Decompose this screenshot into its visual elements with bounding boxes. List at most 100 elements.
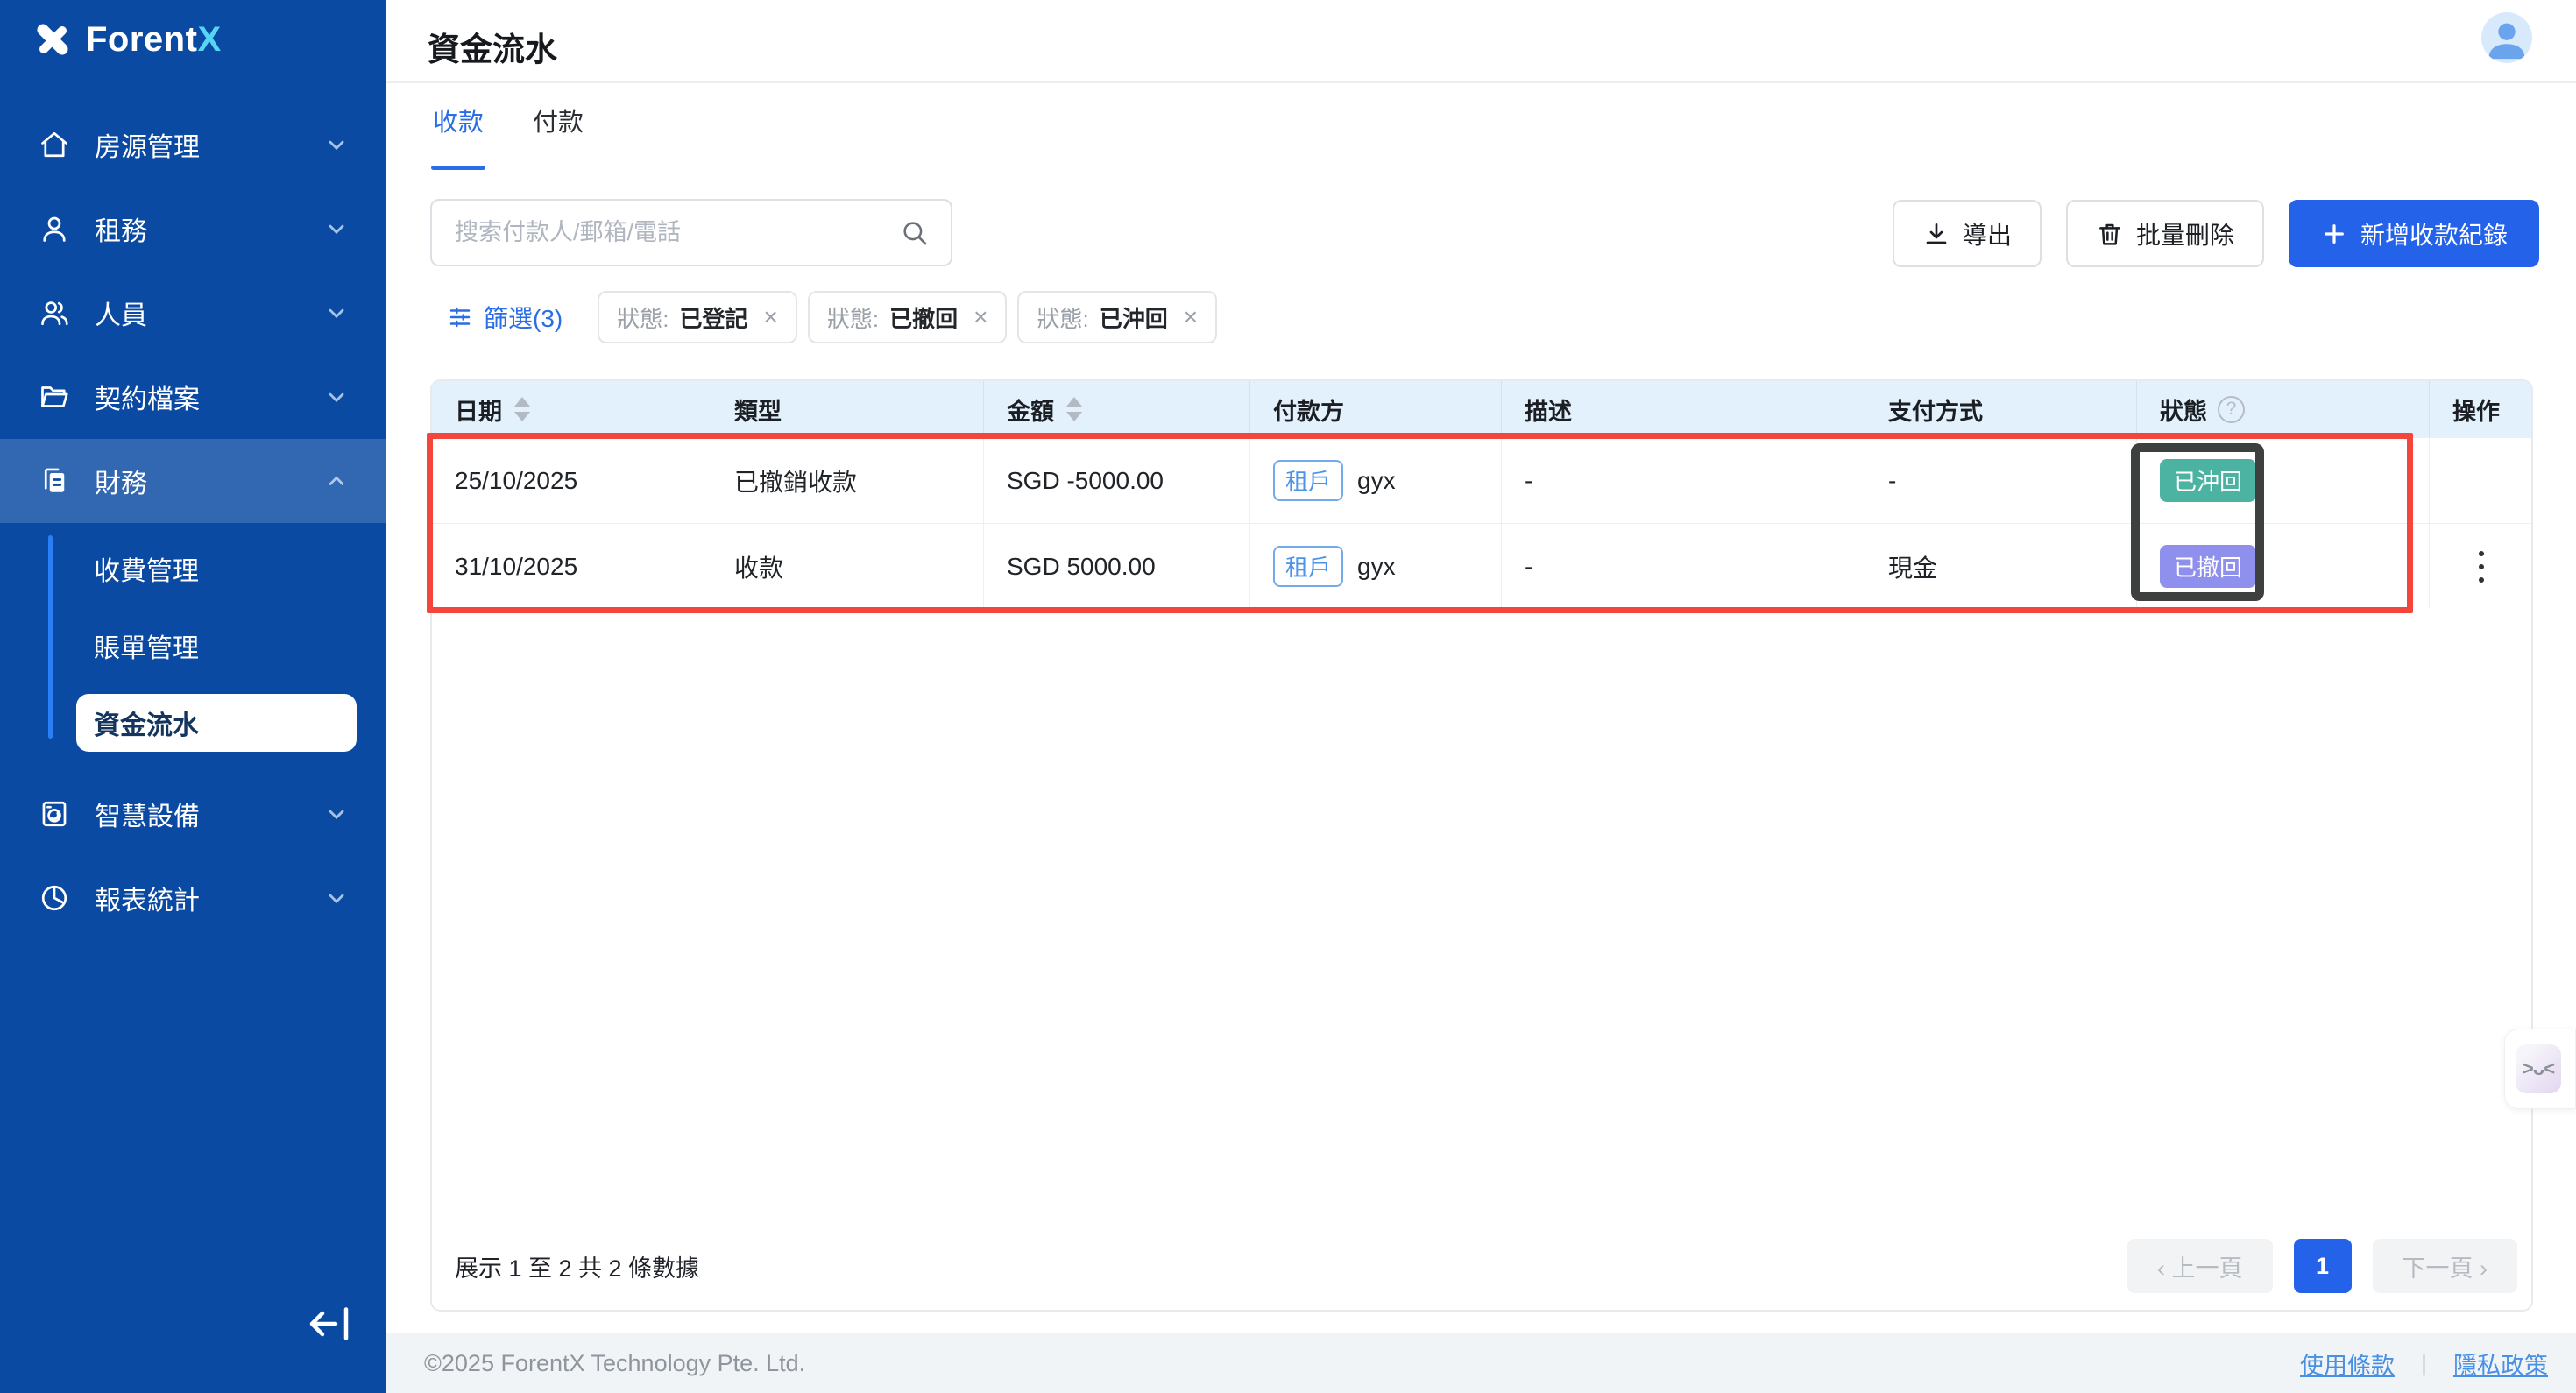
chip-value: 已登記 xyxy=(679,305,748,332)
column-header-payment-method: 支付方式 xyxy=(1865,381,2137,437)
submenu-item-bill-management[interactable]: 賬單管理 xyxy=(0,607,386,684)
cell-date: 31/10/2025 xyxy=(432,524,711,609)
chevron-down-icon xyxy=(329,810,344,820)
more-actions-icon[interactable] xyxy=(2470,542,2493,591)
column-header-date[interactable]: 日期 xyxy=(432,381,711,437)
chip-close-icon[interactable]: × xyxy=(758,303,777,331)
cell-date: 25/10/2025 xyxy=(432,438,711,523)
table-header-row: 日期 類型 金額 付款方 描述 支付方式 狀態 ? 操作 xyxy=(432,381,2531,437)
chevron-down-icon xyxy=(329,308,344,319)
sort-icon xyxy=(1066,397,1082,421)
tenant-tag: 租戶 xyxy=(1273,546,1344,587)
privacy-link[interactable]: 隱私政策 xyxy=(2453,1347,2548,1381)
help-icon[interactable]: ? xyxy=(2218,395,2245,423)
cell-amount: SGD 5000.00 xyxy=(984,524,1250,609)
footer-links: 使用條款 | 隱私政策 xyxy=(2300,1347,2548,1381)
chip-field: 狀態: xyxy=(826,305,880,332)
page-number-1[interactable]: 1 xyxy=(2293,1239,2352,1293)
prev-page-button[interactable]: ‹ 上一頁 xyxy=(2127,1239,2273,1293)
sidebar-menu: 房源管理 租務 人員 契約檔案 財務 收費管理 賬單管理 資金流水 智慧設備 報… xyxy=(0,103,386,940)
active-submenu-pill[interactable]: 資金流水 xyxy=(76,694,357,752)
pie-chart-icon xyxy=(41,885,67,911)
avatar-person-icon xyxy=(2488,23,2525,60)
filter-button[interactable]: 篩選(3) xyxy=(447,300,563,335)
column-header-type: 類型 xyxy=(711,381,984,437)
brand-logo[interactable]: ForentX xyxy=(0,0,386,79)
submenu-item-fee-management[interactable]: 收費管理 xyxy=(0,530,386,607)
sidebar-item-label: 人員 xyxy=(95,301,147,330)
cell-actions xyxy=(2430,524,2533,609)
submenu-item-label: 收費管理 xyxy=(94,557,199,586)
sort-icon xyxy=(514,397,530,421)
next-page-button[interactable]: 下一頁 › xyxy=(2372,1239,2517,1293)
tab-receipts[interactable]: 收款 xyxy=(430,102,486,170)
filter-sliders-icon xyxy=(449,307,471,328)
status-badge-reversed: 已沖回 xyxy=(2160,459,2257,502)
feedback-face-icon[interactable]: >ᴗ< xyxy=(2516,1044,2561,1093)
chevron-down-icon xyxy=(329,392,344,403)
user-avatar[interactable] xyxy=(2481,12,2532,63)
chip-field: 狀態: xyxy=(617,305,669,332)
chip-value: 已撤回 xyxy=(889,305,959,332)
search-box xyxy=(430,199,952,266)
sidebar: ForentX 房源管理 租務 人員 契約檔案 財務 收費管理 賬單管理 資金流… xyxy=(0,0,386,1393)
chevron-down-icon xyxy=(329,224,344,235)
add-record-label: 新增收款紀錄 xyxy=(2360,221,2509,249)
sidebar-item-finance[interactable]: 財務 xyxy=(0,439,386,523)
terms-link[interactable]: 使用條款 xyxy=(2300,1347,2395,1381)
finance-submenu: 收費管理 賬單管理 資金流水 xyxy=(0,523,386,772)
collapse-arrow-icon xyxy=(309,1307,349,1340)
bulk-delete-button[interactable]: 批量刪除 xyxy=(2066,200,2265,267)
sidebar-item-contracts[interactable]: 契約檔案 xyxy=(0,355,386,439)
chip-close-icon[interactable]: × xyxy=(1178,303,1198,331)
cell-description: - xyxy=(1502,438,1865,523)
sidebar-item-label: 智慧設備 xyxy=(95,803,200,831)
sidebar-item-people[interactable]: 人員 xyxy=(0,271,386,355)
cell-type: 收款 xyxy=(711,524,984,609)
cell-payer: 租戶 gyx xyxy=(1250,524,1502,609)
sidebar-item-label: 契約檔案 xyxy=(95,385,200,414)
filter-chip-withdrawn: 狀態: 已撤回 × xyxy=(807,291,1008,343)
sidebar-item-properties[interactable]: 房源管理 xyxy=(0,103,386,187)
cell-amount: SGD -5000.00 xyxy=(984,438,1250,523)
page-title: 資金流水 xyxy=(428,32,557,67)
cell-method: - xyxy=(1865,438,2137,523)
export-button[interactable]: 導出 xyxy=(1893,200,2042,267)
search-icon xyxy=(903,221,927,244)
top-header xyxy=(386,0,2576,83)
column-header-amount[interactable]: 金額 xyxy=(984,381,1250,437)
column-header-payer: 付款方 xyxy=(1250,381,1502,437)
export-label: 導出 xyxy=(1963,221,2013,249)
cell-type: 已撤銷收款 xyxy=(711,438,984,523)
brand-x-icon xyxy=(37,24,68,55)
finance-doc-icon xyxy=(44,468,65,492)
person-icon xyxy=(43,216,66,242)
smart-device-icon xyxy=(42,801,67,827)
chip-close-icon[interactable]: × xyxy=(968,303,987,331)
fund-flow-table-card: 日期 類型 金額 付款方 描述 支付方式 狀態 ? 操作 25/10/2025 … xyxy=(430,379,2533,1312)
payer-name: gyx xyxy=(1357,552,1396,580)
pagination-controls: ‹ 上一頁 1 下一頁 › xyxy=(2127,1239,2517,1293)
submenu-item-fund-flow[interactable]: 資金流水 xyxy=(0,684,386,761)
table-row[interactable]: 25/10/2025 已撤銷收款 SGD -5000.00 租戶 gyx - -… xyxy=(432,437,2531,523)
brand-name: ForentX xyxy=(86,19,222,59)
sidebar-item-smart-devices[interactable]: 智慧設備 xyxy=(0,772,386,856)
add-receipt-record-button[interactable]: 新增收款紀錄 xyxy=(2289,200,2540,267)
people-icon xyxy=(41,301,68,326)
sidebar-collapse-button[interactable] xyxy=(307,1302,354,1346)
chevron-down-icon xyxy=(329,894,344,904)
folder-icon xyxy=(41,386,68,407)
table-row[interactable]: 31/10/2025 收款 SGD 5000.00 租戶 gyx - 現金 已撤… xyxy=(432,523,2531,609)
column-header-description: 描述 xyxy=(1502,381,1865,437)
search-input[interactable] xyxy=(432,219,900,246)
chevron-up-icon xyxy=(329,476,344,485)
sidebar-item-label: 報表統計 xyxy=(95,887,200,916)
tab-bar: 收款 付款 xyxy=(430,102,584,170)
tab-payments[interactable]: 付款 xyxy=(533,102,584,170)
column-header-status: 狀態 ? xyxy=(2137,381,2430,437)
chip-field: 狀態: xyxy=(1037,305,1089,332)
sidebar-item-reports[interactable]: 報表統計 xyxy=(0,856,386,940)
chevron-down-icon xyxy=(329,140,344,151)
sidebar-item-tenancy[interactable]: 租務 xyxy=(0,187,386,271)
filter-chip-registered: 狀態: 已登記 × xyxy=(598,291,797,343)
